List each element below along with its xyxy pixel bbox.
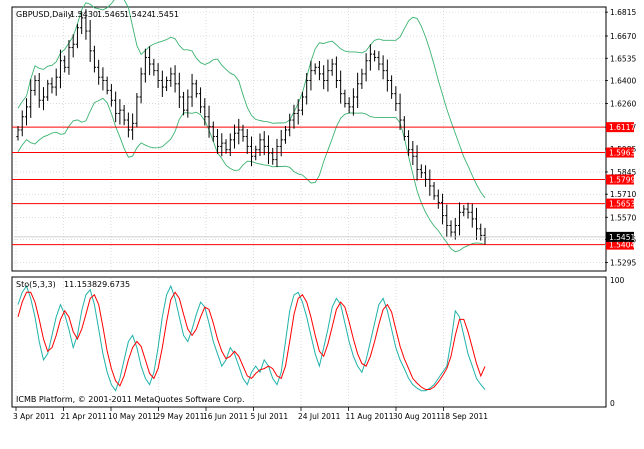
price-tick-label: 1.5570 — [610, 213, 636, 222]
level-price-label: 1.5799 — [609, 176, 635, 185]
time-tick-label: 24 Jul 2011 — [298, 412, 341, 421]
price-tick-label: 1.5710 — [610, 190, 636, 199]
time-tick-label: 18 Sep 2011 — [441, 412, 489, 421]
price-tick-label: 1.6400 — [610, 77, 636, 86]
ohlc-high: 1.5465 — [97, 10, 125, 19]
oscillator-signal-value: 29.6735 — [97, 280, 130, 289]
ohlc-open: 1.5430 — [70, 10, 98, 19]
price-panel-frame — [11, 6, 607, 272]
price-tick-label: 1.5295 — [610, 259, 636, 268]
time-tick-label: 3 Apr 2011 — [13, 412, 55, 421]
level-price-label: 1.5653 — [609, 200, 635, 209]
chart-title: GBPUSD,Daily — [16, 10, 73, 19]
oscillator-tick-label: 100 — [610, 276, 625, 285]
level-price-label: 1.6117 — [609, 123, 635, 132]
time-axis: 3 Apr 2011 21 Apr 2011 10 May 201129 May 2… — [13, 407, 488, 421]
time-tick-label: 10 May 2011 — [108, 412, 157, 421]
oscillator-axis: 100 0 — [610, 276, 625, 408]
level-price-label: 1.5963 — [609, 149, 635, 158]
time-tick-label: 16 Jun 2011 — [203, 412, 248, 421]
level-price-label: 1.5404 — [609, 241, 635, 250]
price-tick-label: 1.6670 — [610, 32, 636, 41]
chart-canvas: 1.6815 1.6670 1.6535 1.6400 1.6260 1.6117 1.59… — [11, 0, 636, 421]
oscillator-main-value: 11.1538 — [64, 280, 97, 289]
time-tick-label: 21 Apr 2011 — [61, 412, 108, 421]
time-tick-label: 11 Aug 2011 — [346, 412, 394, 421]
ohlc-close: 1.5451 — [151, 10, 179, 19]
oscillator-label: Sto(5,3,3) — [16, 280, 56, 289]
price-tick-label: 1.6260 — [610, 100, 636, 109]
time-tick-label: 29 May 2011 — [156, 412, 205, 421]
time-tick-label: 5 Jul 2011 — [251, 412, 289, 421]
oscillator-tick-label: 0 — [610, 399, 615, 408]
current-price-label: 1.5451 — [609, 233, 635, 242]
ohlc-low: 1.5424 — [124, 10, 152, 19]
platform-watermark: ICMB Platform, © 2001-2011 MetaQuotes So… — [16, 395, 245, 404]
price-tick-label: 1.6535 — [610, 54, 636, 63]
price-tick-label: 1.6815 — [610, 8, 636, 17]
time-tick-label: 30 Aug 2011 — [393, 412, 441, 421]
